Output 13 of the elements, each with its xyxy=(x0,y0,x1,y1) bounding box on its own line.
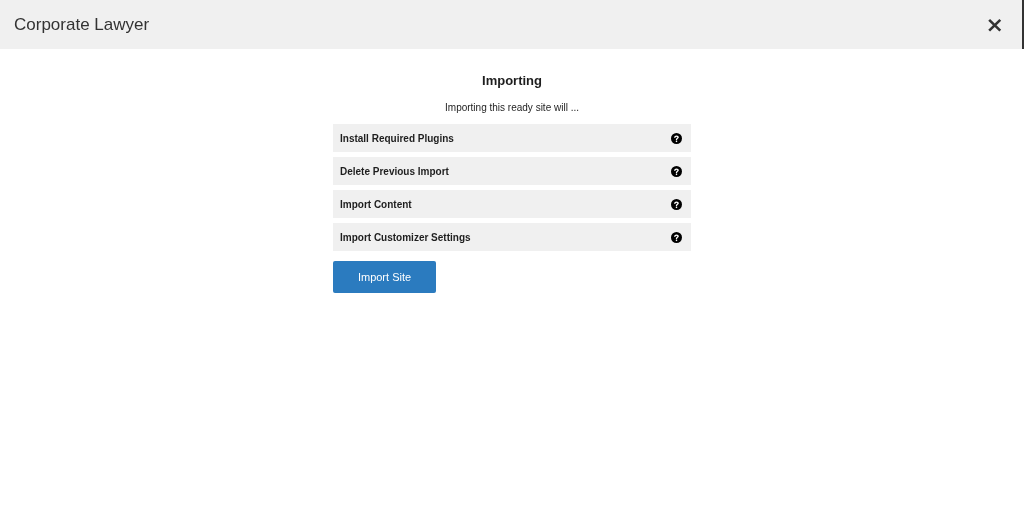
step-label: Import Customizer Settings xyxy=(340,231,471,243)
window-title: Corporate Lawyer xyxy=(14,14,150,35)
close-button[interactable]: × xyxy=(981,13,1008,36)
import-site-button[interactable]: Import Site xyxy=(333,261,436,293)
subtitle: Importing this ready site will ... xyxy=(445,102,579,113)
help-icon[interactable] xyxy=(671,231,682,243)
step-label: Install Required Plugins xyxy=(340,132,454,144)
step-label: Delete Previous Import xyxy=(340,165,449,177)
help-icon[interactable] xyxy=(671,165,682,177)
step-label: Import Content xyxy=(340,198,412,210)
help-icon[interactable] xyxy=(671,198,682,210)
section-heading: Importing xyxy=(482,73,542,88)
help-icon[interactable] xyxy=(671,132,682,144)
